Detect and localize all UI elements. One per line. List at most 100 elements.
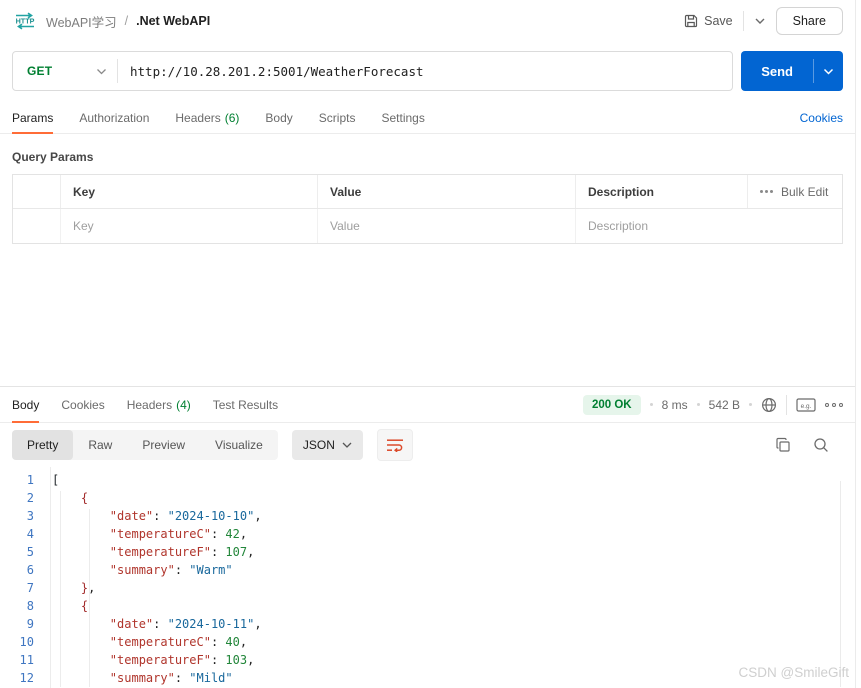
- format-selector[interactable]: JSON: [292, 430, 363, 460]
- cookies-link[interactable]: Cookies: [800, 111, 843, 125]
- response-body-code-viewer[interactable]: 1[2 {3 "date": "2024-10-10",4 "temperatu…: [0, 467, 855, 688]
- tab-params[interactable]: Params: [12, 102, 53, 133]
- svg-text:e.g.: e.g.: [801, 402, 812, 409]
- format-label: JSON: [303, 438, 335, 452]
- copy-icon[interactable]: [775, 437, 791, 453]
- code-line: 4 "temperatureC": 42,: [0, 525, 855, 543]
- chevron-down-icon: [342, 442, 352, 448]
- response-size[interactable]: 542 B: [709, 398, 740, 412]
- line-number: 10: [0, 633, 42, 651]
- code-line: 5 "temperatureF": 107,: [0, 543, 855, 561]
- request-tabs: Params Authorization Headers(6) Body Scr…: [12, 102, 425, 133]
- url-input[interactable]: [118, 64, 732, 79]
- tab-headers[interactable]: Headers(6): [175, 102, 239, 133]
- tab-scripts[interactable]: Scripts: [319, 102, 356, 133]
- response-view-toolbar: Pretty Raw Preview Visualize JSON: [0, 423, 855, 467]
- view-tab-pretty[interactable]: Pretty: [12, 430, 73, 460]
- bulk-edit-cell: Bulk Edit: [748, 175, 842, 208]
- request-tabs-row: Params Authorization Headers(6) Body Scr…: [0, 102, 855, 134]
- wrap-lines-button[interactable]: [377, 429, 413, 461]
- code-lines: 1[2 {3 "date": "2024-10-10",4 "temperatu…: [0, 471, 855, 687]
- dot-separator: [697, 403, 700, 406]
- status-badge[interactable]: 200 OK: [583, 395, 641, 415]
- line-number: 6: [0, 561, 42, 579]
- send-button[interactable]: Send: [741, 51, 843, 91]
- code-line: 9 "date": "2024-10-11",: [0, 615, 855, 633]
- line-number: 9: [0, 615, 42, 633]
- key-column-header: Key: [61, 175, 318, 208]
- view-tab-raw[interactable]: Raw: [73, 430, 127, 460]
- tab-response-cookies[interactable]: Cookies: [61, 387, 104, 422]
- breadcrumb-collection[interactable]: WebAPI学习: [46, 12, 117, 31]
- query-params-table: Key Value Description Bulk Edit Key Valu…: [12, 174, 843, 244]
- view-actions: [775, 437, 843, 453]
- code-line: 10 "temperatureC": 40,: [0, 633, 855, 651]
- view-tab-preview[interactable]: Preview: [127, 430, 200, 460]
- wrap-lines-icon: [386, 438, 404, 452]
- description-column-header: Description: [576, 175, 748, 208]
- gutter-divider: [50, 467, 51, 688]
- response-time[interactable]: 8 ms: [662, 398, 688, 412]
- line-number: 11: [0, 651, 42, 669]
- key-input[interactable]: Key: [61, 209, 318, 243]
- select-column: [13, 175, 61, 208]
- line-number: 4: [0, 525, 42, 543]
- line-number: 12: [0, 669, 42, 687]
- code-line: 3 "date": "2024-10-10",: [0, 507, 855, 525]
- view-controls: Pretty Raw Preview Visualize JSON: [12, 429, 413, 461]
- breadcrumb-request-name[interactable]: .Net WebAPI: [136, 14, 210, 28]
- more-options-icon[interactable]: [825, 403, 843, 407]
- code-line: 8 {: [0, 597, 855, 615]
- code-line: 12 "summary": "Mild": [0, 669, 855, 687]
- request-pane: GET Send Params Authorization Headers(6): [0, 42, 855, 386]
- save-button[interactable]: Save: [684, 14, 733, 28]
- svg-text:HTTP: HTTP: [16, 17, 35, 26]
- code-line: 7 },: [0, 579, 855, 597]
- row-select-cell[interactable]: [13, 209, 61, 243]
- table-row: Key Value Description: [13, 209, 842, 243]
- chevron-down-icon: [96, 68, 107, 75]
- postman-window: HTTP WebAPI学习 / .Net WebAPI Save: [0, 0, 856, 688]
- response-pane: Body Cookies Headers(4) Test Results 200…: [0, 386, 855, 688]
- table-header-row: Key Value Description Bulk Edit: [13, 175, 842, 209]
- dot-separator: [650, 403, 653, 406]
- send-options-chevron[interactable]: [814, 51, 843, 91]
- tab-body[interactable]: Body: [265, 102, 292, 133]
- tab-authorization[interactable]: Authorization: [79, 102, 149, 133]
- tab-response-headers[interactable]: Headers(4): [127, 387, 191, 422]
- line-number: 3: [0, 507, 42, 525]
- dot-separator: [749, 403, 752, 406]
- view-tab-visualize[interactable]: Visualize: [200, 430, 278, 460]
- line-number: 7: [0, 579, 42, 597]
- divider: [786, 395, 787, 415]
- tab-test-results[interactable]: Test Results: [213, 387, 278, 422]
- top-bar: HTTP WebAPI学习 / .Net WebAPI Save: [0, 0, 855, 42]
- method-selector[interactable]: GET: [13, 64, 117, 78]
- more-options-icon: [760, 190, 773, 193]
- breadcrumb-separator: /: [125, 14, 128, 28]
- search-icon[interactable]: [813, 437, 829, 453]
- breadcrumb: HTTP WebAPI学习 / .Net WebAPI: [12, 12, 210, 31]
- response-tabs: Body Cookies Headers(4) Test Results: [12, 387, 278, 422]
- tab-settings[interactable]: Settings: [381, 102, 424, 133]
- request-bar: GET Send: [0, 42, 855, 102]
- description-input[interactable]: Description: [576, 209, 842, 243]
- share-button[interactable]: Share: [776, 7, 843, 35]
- scrollbar[interactable]: [840, 481, 841, 687]
- query-params-title: Query Params: [12, 150, 843, 164]
- code-line: 2 {: [0, 489, 855, 507]
- response-tabs-row: Body Cookies Headers(4) Test Results 200…: [0, 387, 855, 423]
- network-globe-icon[interactable]: [761, 397, 777, 413]
- top-actions: Save Share: [684, 7, 843, 35]
- save-icon: [684, 14, 698, 28]
- http-request-icon: HTTP: [12, 12, 38, 30]
- save-example-icon[interactable]: e.g.: [796, 398, 816, 412]
- send-label: Send: [741, 51, 813, 91]
- tab-response-body[interactable]: Body: [12, 387, 39, 422]
- code-line: 1[: [0, 471, 855, 489]
- value-input[interactable]: Value: [318, 209, 576, 243]
- save-options-chevron[interactable]: [754, 17, 766, 25]
- method-label: GET: [27, 64, 52, 78]
- bulk-edit-button[interactable]: Bulk Edit: [760, 185, 828, 199]
- query-params-section: Query Params Key Value Description Bulk …: [0, 134, 855, 244]
